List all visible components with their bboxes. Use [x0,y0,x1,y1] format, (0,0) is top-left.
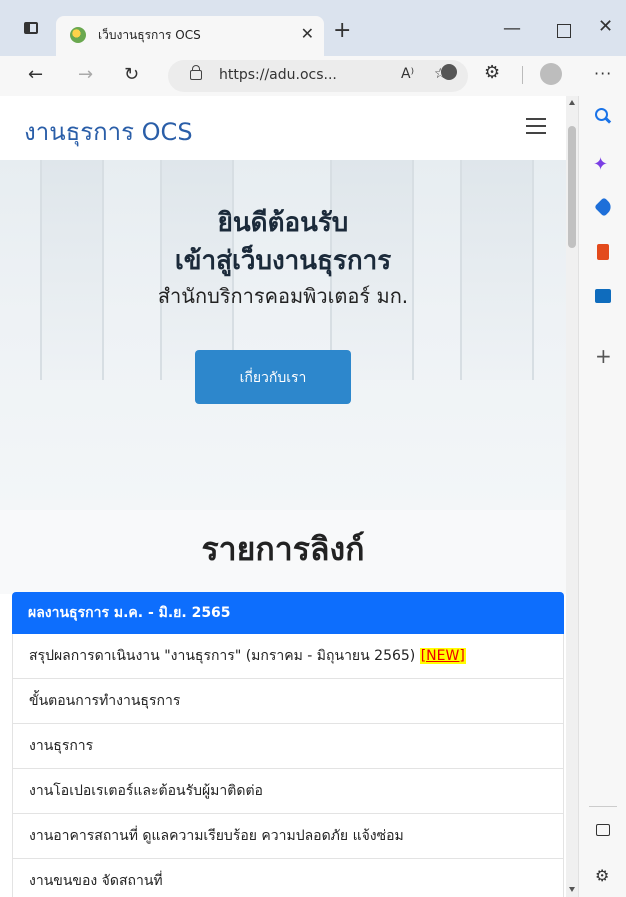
read-aloud-icon[interactable]: A⁾ [401,66,414,82]
site-brand[interactable]: งานธุรการ OCS [24,112,193,151]
panel-icon[interactable] [596,824,610,836]
hero-title: ยินดีต้อนรับ [217,208,349,238]
close-tab-icon[interactable]: ✕ [301,24,314,43]
url-text[interactable]: https://adu.ocs... [219,67,337,83]
back-icon[interactable]: ← [28,64,43,85]
search-icon[interactable] [595,108,611,124]
shopping-icon[interactable] [594,197,614,217]
extension-icon[interactable] [441,64,457,80]
scroll-down-icon[interactable] [569,887,575,892]
tab-bar: เว็บงานธุรการ OCS ✕ + — ✕ [0,0,626,56]
toolbar-divider [522,66,523,84]
list-item-label: สรุปผลการดาเนินงาน "งานธุรการ" (มกราคม -… [29,648,420,664]
scroll-up-icon[interactable] [569,100,575,105]
address-bar[interactable]: https://adu.ocs... A⁾ ☆ [168,60,468,92]
section-title: รายการลิงก์ [201,530,365,568]
tab-title: เว็บงานธุรการ OCS [98,28,201,42]
more-menu-icon[interactable]: ··· [594,64,612,83]
link-list: ผลงานธุรการ ม.ค. - มิ.ย. 2565 สรุปผลการด… [12,592,564,897]
list-item[interactable]: งานอาคารสถานที่ ดูแลความเรียบร้อย ความปล… [12,814,564,859]
scrollbar[interactable] [566,96,578,897]
new-tab-button[interactable]: + [333,18,351,43]
outlook-icon[interactable] [595,289,611,303]
page-viewport: งานธุรการ OCS ยินดีต้อนรับ เข้าสู่เว็บงา… [0,96,578,897]
hamburger-icon[interactable] [526,118,546,134]
list-item[interactable]: งานธุรการ [12,724,564,769]
favicon [70,27,86,43]
sidebar-divider [589,806,617,807]
settings-icon[interactable]: ⚙ [595,866,611,885]
hero-subtitle: สำนักบริการคอมพิวเตอร์ มก. [157,284,409,308]
reload-icon[interactable]: ↻ [124,64,139,85]
links-section: รายการลิงก์ [0,510,566,594]
browser-toolbar: ← → ↻ https://adu.ocs... A⁾ ☆ [0,56,626,96]
list-item[interactable]: ขั้นตอนการทำงานธุรการ [12,679,564,724]
scroll-thumb[interactable] [568,126,576,248]
list-item[interactable]: งานโอเปอเรเตอร์และต้อนรับผู้มาติดต่อ [12,769,564,814]
minimize-button[interactable]: — [503,18,521,39]
list-item[interactable]: งานขนของ จัดสถานที่ [12,859,564,897]
window-menu-icon[interactable] [24,22,38,34]
add-icon[interactable]: + [595,344,612,368]
office-icon[interactable] [597,244,609,260]
hero-title: เข้าสู่เว็บงานธุรการ [174,246,392,276]
maximize-button[interactable] [557,24,571,38]
copilot-icon[interactable]: ✦ [593,154,609,175]
close-window-button[interactable]: ✕ [598,16,613,37]
extensions-puzzle-icon[interactable]: ⚙ [484,62,500,83]
new-badge: [NEW] [419,648,466,664]
forward-icon[interactable]: → [78,64,93,85]
site-navbar: งานธุรการ OCS [0,96,566,160]
list-item-active[interactable]: ผลงานธุรการ ม.ค. - มิ.ย. 2565 [12,592,564,634]
edge-sidebar: ✦ + ⚙ [578,96,626,897]
about-button[interactable]: เกี่ยวกับเรา [195,350,351,404]
list-item[interactable]: สรุปผลการดาเนินงาน "งานธุรการ" (มกราคม -… [12,634,564,679]
lock-icon[interactable] [190,65,202,80]
hero-section: ยินดีต้อนรับ เข้าสู่เว็บงานธุรการ สำนักบ… [0,160,566,510]
browser-tab[interactable]: เว็บงานธุรการ OCS ✕ [56,16,324,56]
profile-icon[interactable] [540,63,562,85]
